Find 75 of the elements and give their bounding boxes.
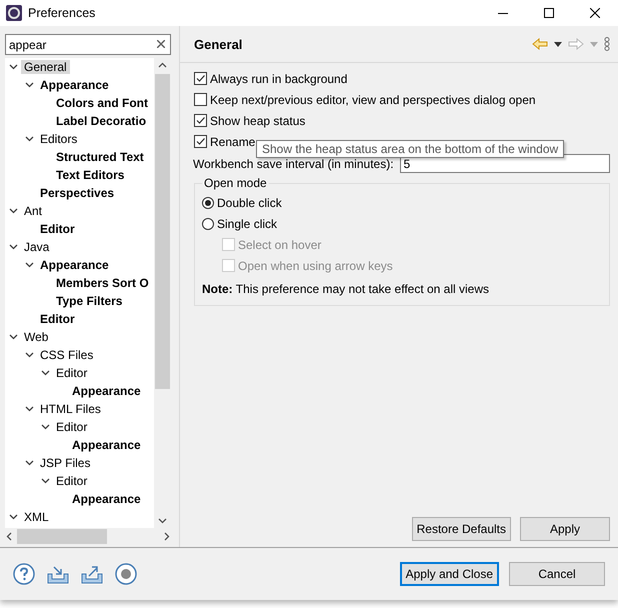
radio-button[interactable] bbox=[202, 218, 214, 230]
page-title: General bbox=[194, 36, 244, 52]
minimize-icon[interactable] bbox=[498, 12, 508, 14]
tree-item[interactable]: Editor bbox=[53, 474, 90, 488]
radio-label: Single click bbox=[217, 216, 278, 230]
checkbox-label: Select on hover bbox=[238, 238, 322, 252]
checkbox-label: Open when using arrow keys bbox=[238, 258, 393, 272]
clear-icon[interactable] bbox=[157, 40, 165, 48]
tree-item[interactable]: Appearance bbox=[37, 78, 112, 92]
tree-item[interactable]: General bbox=[21, 60, 70, 74]
tree-item[interactable]: Web bbox=[21, 330, 52, 344]
tree-item[interactable]: Editor bbox=[53, 366, 90, 380]
maximize-icon[interactable] bbox=[544, 8, 554, 18]
expand-chevron-icon[interactable] bbox=[24, 81, 34, 89]
expand-chevron-icon[interactable] bbox=[40, 477, 50, 485]
expand-chevron-icon[interactable] bbox=[24, 459, 34, 467]
tree-item[interactable]: Appearance bbox=[69, 384, 144, 398]
tree-item[interactable]: Perspectives bbox=[37, 186, 118, 200]
checkbox-label: Show heap status bbox=[210, 114, 306, 128]
expand-chevron-icon[interactable] bbox=[40, 369, 50, 377]
window-title: Preferences bbox=[28, 6, 96, 20]
app-icon bbox=[6, 5, 22, 21]
checkbox[interactable] bbox=[194, 72, 207, 85]
checkbox-label: Always run in background bbox=[210, 72, 348, 86]
tree-item[interactable]: Java bbox=[21, 240, 52, 254]
tree-item[interactable]: Appearance bbox=[69, 438, 144, 452]
tree-item[interactable]: Appearance bbox=[37, 258, 112, 272]
expand-chevron-icon[interactable] bbox=[8, 63, 18, 71]
expand-chevron-icon[interactable] bbox=[8, 513, 18, 521]
tree-item[interactable]: Label Decoratio bbox=[53, 114, 150, 128]
checkbox[interactable] bbox=[194, 114, 207, 127]
tree-item[interactable]: Appearance bbox=[69, 492, 144, 506]
expand-chevron-icon[interactable] bbox=[8, 333, 18, 341]
checkbox-label: Rename bbox=[210, 134, 256, 148]
group-title: Open mode bbox=[202, 176, 269, 192]
expand-chevron-icon[interactable] bbox=[24, 135, 34, 143]
tree-item[interactable]: Editors bbox=[37, 132, 80, 146]
radio-label: Double click bbox=[217, 196, 282, 210]
dropdown-caret-icon[interactable] bbox=[554, 42, 562, 46]
tree-item[interactable]: Structured Text bbox=[53, 150, 147, 164]
expand-chevron-icon[interactable] bbox=[40, 423, 50, 431]
field-label: Workbench save interval (in minutes): bbox=[193, 156, 394, 170]
expand-chevron-icon[interactable] bbox=[8, 243, 18, 251]
restore-defaults-button[interactable]: Restore Defaults bbox=[412, 517, 511, 541]
tree-item[interactable]: CSS Files bbox=[37, 348, 96, 362]
vertical-scrollbar[interactable] bbox=[154, 58, 171, 528]
apply-and-close-button[interactable]: Apply and Close bbox=[400, 562, 499, 586]
expand-chevron-icon[interactable] bbox=[24, 405, 34, 413]
checkbox[interactable] bbox=[194, 135, 207, 148]
apply-button[interactable]: Apply bbox=[520, 517, 610, 541]
tree-item[interactable]: Editor bbox=[37, 222, 78, 236]
record-icon[interactable] bbox=[114, 562, 138, 586]
radio-button[interactable] bbox=[202, 196, 214, 208]
tree-item[interactable]: Editor bbox=[37, 312, 78, 326]
tree-item[interactable]: Editor bbox=[53, 420, 90, 434]
help-icon[interactable] bbox=[12, 562, 36, 586]
note-text: Note: This preference may not take effect on all views bbox=[202, 282, 490, 296]
tree-item[interactable]: Ant bbox=[21, 204, 46, 218]
tree-item[interactable]: Members Sort O bbox=[53, 276, 152, 290]
view-menu-icon[interactable] bbox=[604, 37, 610, 51]
tooltip: Show the heap status area on the bottom of the window bbox=[256, 140, 564, 158]
tree-item[interactable]: HTML Files bbox=[37, 402, 104, 416]
tree-item[interactable]: JSP Files bbox=[37, 456, 94, 470]
tree-item[interactable]: XML bbox=[21, 510, 52, 524]
tree-item[interactable]: Text Editors bbox=[53, 168, 128, 182]
tree-item[interactable]: Type Filters bbox=[53, 294, 126, 308]
cancel-button[interactable]: Cancel bbox=[509, 562, 605, 586]
tree-item[interactable]: Colors and Font bbox=[53, 96, 151, 110]
expand-chevron-icon[interactable] bbox=[24, 261, 34, 269]
close-icon[interactable] bbox=[590, 8, 600, 18]
checkbox-label: Keep next/previous editor, view and perspectives dialog open bbox=[210, 92, 536, 106]
expand-chevron-icon[interactable] bbox=[24, 351, 34, 359]
checkbox[interactable] bbox=[194, 93, 207, 106]
filter-field[interactable]: appear bbox=[5, 34, 171, 55]
expand-chevron-icon[interactable] bbox=[8, 207, 18, 215]
